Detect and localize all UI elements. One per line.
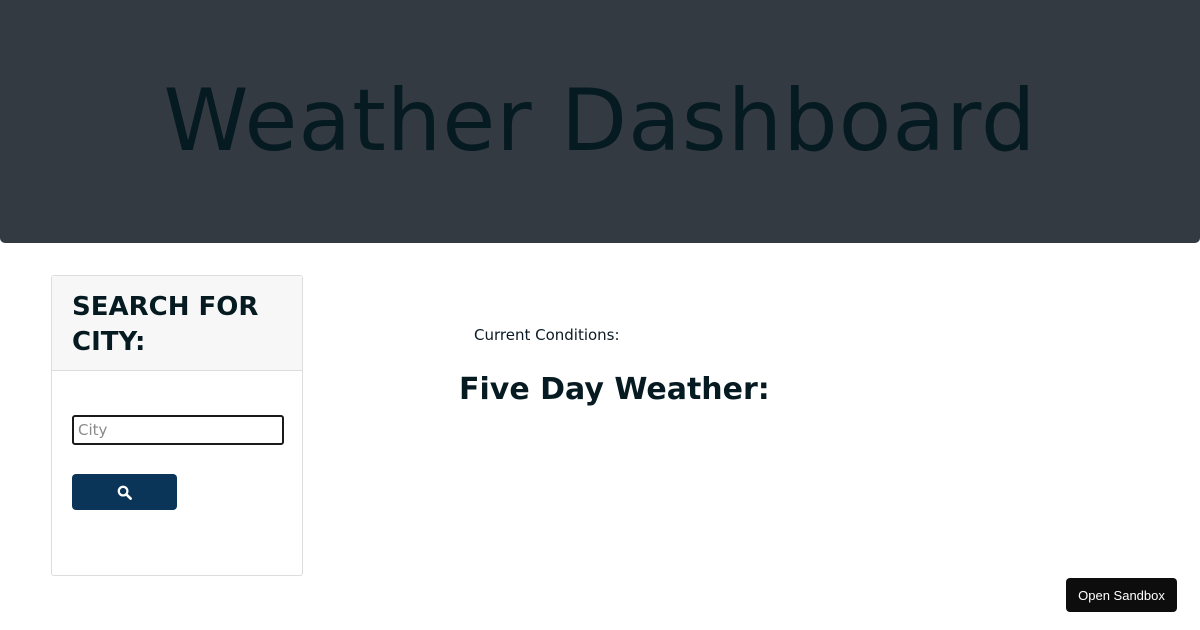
page-title: Weather Dashboard xyxy=(163,70,1037,171)
search-button[interactable] xyxy=(72,474,177,510)
search-card: SEARCH FOR CITY: xyxy=(51,275,303,576)
search-heading: SEARCH FOR CITY: xyxy=(72,292,259,357)
open-sandbox-button[interactable]: Open Sandbox xyxy=(1066,578,1177,612)
search-card-header: SEARCH FOR CITY: xyxy=(52,276,302,371)
five-day-weather-title: Five Day Weather: xyxy=(459,372,770,407)
city-search-input[interactable] xyxy=(72,415,284,445)
current-conditions-label: Current Conditions: xyxy=(474,326,620,344)
page-header: Weather Dashboard xyxy=(0,0,1200,243)
search-icon xyxy=(117,485,132,500)
